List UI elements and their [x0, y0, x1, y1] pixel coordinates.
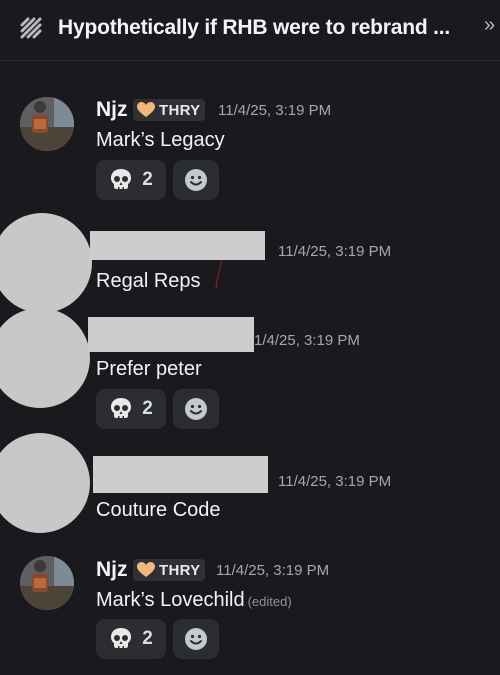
timestamp: 11/4/25, 3:19 PM	[278, 473, 392, 490]
message-text: Prefer peter	[96, 358, 202, 381]
reaction-count: 2	[142, 169, 153, 190]
redacted-avatar	[0, 213, 92, 313]
author-name[interactable]: Njz	[96, 98, 128, 122]
reaction-button[interactable]: 2	[96, 389, 166, 429]
message-text: Regal Reps	[96, 270, 201, 293]
add-reaction-button[interactable]	[173, 389, 219, 429]
guild-tag[interactable]: THRY	[133, 99, 206, 121]
guild-tag-label: THRY	[159, 561, 201, 579]
message-text: Mark’s Legacy	[96, 129, 225, 152]
timestamp: 11/4/25, 3:19 PM	[216, 562, 330, 579]
edited-label: (edited)	[247, 594, 292, 609]
heart-icon	[137, 562, 155, 577]
redacted-avatar	[0, 433, 90, 533]
reaction-button[interactable]: 2	[96, 160, 166, 200]
message-text-body: Mark’s Legacy	[96, 129, 225, 151]
skull-icon	[111, 169, 132, 189]
redacted-author-name	[90, 231, 265, 260]
message-text-body: Regal Reps	[96, 270, 201, 292]
smiley-icon	[185, 169, 207, 191]
reaction-count: 2	[142, 398, 153, 419]
message-text: Mark’s Lovechild (edited)	[96, 589, 292, 612]
redacted-avatar	[0, 308, 90, 408]
avatar[interactable]	[20, 97, 74, 151]
thread-icon	[20, 17, 42, 39]
guild-tag-label: THRY	[159, 101, 201, 119]
message-text-body: Mark’s Lovechild	[96, 589, 245, 611]
thread-header: Hypothetically if RHB were to rebrand ..…	[0, 0, 500, 61]
collapse-icon[interactable]: »	[484, 14, 495, 37]
heart-icon	[137, 102, 155, 117]
timestamp: 1/4/25, 3:19 PM	[254, 332, 360, 349]
redacted-author-name	[88, 317, 254, 352]
skull-icon	[111, 398, 132, 418]
add-reaction-button[interactable]	[173, 619, 219, 659]
timestamp: 11/4/25, 3:19 PM	[218, 102, 332, 119]
message-text: Couture Code	[96, 499, 221, 522]
reaction-button[interactable]: 2	[96, 619, 166, 659]
add-reaction-button[interactable]	[173, 160, 219, 200]
author-name[interactable]: Njz	[96, 558, 128, 582]
redacted-author-name	[93, 456, 268, 493]
thread-title: Hypothetically if RHB were to rebrand ..…	[58, 16, 451, 39]
smiley-icon	[185, 628, 207, 650]
message-text-body: Prefer peter	[96, 358, 202, 380]
skull-icon	[111, 628, 132, 648]
avatar[interactable]	[20, 556, 74, 610]
guild-tag[interactable]: THRY	[133, 559, 206, 581]
pen-mark-decoration	[215, 259, 223, 289]
reaction-count: 2	[142, 628, 153, 649]
smiley-icon	[185, 398, 207, 420]
message-text-body: Couture Code	[96, 499, 221, 521]
timestamp: 11/4/25, 3:19 PM	[278, 243, 392, 260]
